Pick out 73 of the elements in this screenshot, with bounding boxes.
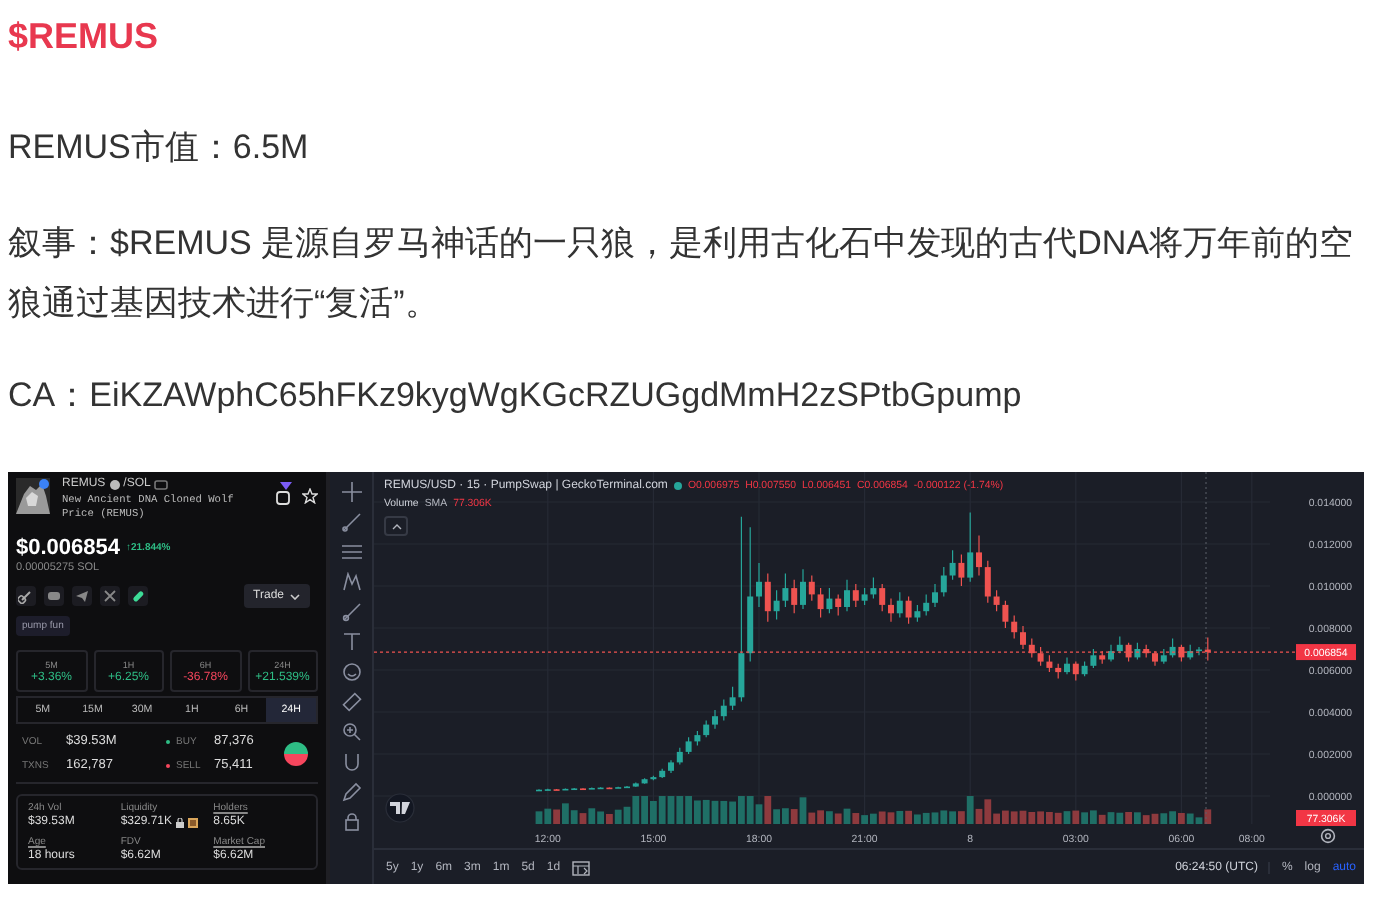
buy-sell-pie-icon — [284, 741, 308, 765]
candlestick — [1020, 625, 1026, 650]
candlestick — [808, 574, 815, 602]
crosshair-icon[interactable] — [341, 482, 361, 502]
candlestick — [949, 549, 956, 581]
candlestick — [756, 562, 762, 608]
candlestick — [870, 577, 877, 600]
candlestick — [791, 579, 798, 614]
calendar-icon[interactable] — [572, 859, 591, 875]
candlestick — [852, 583, 859, 608]
pencil-icon[interactable] — [341, 782, 361, 802]
candlestick — [993, 589, 1000, 612]
candlestick — [967, 511, 974, 583]
narrative-paragraph: 叙事：$REMUS 是源自罗马神话的一只狼，是利用古化石中发现的古代DNA将万年前的空狼通过基因技术进行“复活”。 — [8, 222, 1355, 326]
lock-icon — [176, 817, 185, 827]
chevron-up-icon — [391, 523, 401, 529]
link-icon[interactable] — [16, 586, 36, 606]
text-icon[interactable] — [341, 632, 361, 652]
candlestick — [764, 572, 771, 623]
candlestick — [940, 566, 947, 598]
caret-icon — [290, 593, 300, 599]
token-price: $0.006854 — [16, 536, 120, 560]
lines-icon[interactable] — [341, 542, 361, 562]
candlestick — [844, 579, 850, 612]
badge-icon[interactable] — [274, 482, 292, 508]
candlestick — [879, 583, 886, 612]
candlestick — [1011, 614, 1018, 640]
status-dot-icon — [673, 482, 682, 490]
pill-icon[interactable] — [128, 586, 148, 606]
settings-icon[interactable] — [1320, 828, 1336, 844]
zoom-icon[interactable] — [341, 722, 361, 742]
candlestick — [738, 516, 745, 703]
candlestick — [729, 686, 736, 711]
ruler-icon[interactable] — [341, 692, 361, 712]
send-icon[interactable] — [72, 586, 92, 606]
token-image-icon — [188, 817, 199, 827]
candlestick — [817, 587, 824, 619]
candlestick — [958, 553, 965, 587]
candlestick — [888, 598, 894, 623]
token-icon — [109, 479, 120, 489]
candlestick — [984, 560, 991, 604]
candlestick — [976, 535, 982, 577]
line-tool-icon[interactable] — [341, 512, 361, 532]
candlestick — [782, 572, 789, 608]
lock-icon[interactable] — [341, 812, 361, 832]
candlestick — [720, 698, 727, 721]
brush-icon[interactable] — [341, 602, 361, 622]
candlestick — [932, 583, 938, 608]
star-icon[interactable] — [302, 487, 318, 503]
contract-address: CA：EiKZAWphC65hFKz9kygWgKGcRZUGgdMmH2zSPtbGpump — [8, 374, 1024, 418]
candlestick — [835, 593, 842, 616]
candlestick — [1072, 661, 1079, 682]
candlestick — [905, 595, 912, 625]
candlestick — [1090, 648, 1097, 669]
candlestick — [773, 589, 780, 621]
chip-icon — [154, 479, 169, 489]
collapse-button[interactable] — [384, 516, 408, 536]
pattern-icon[interactable] — [341, 572, 361, 592]
logo-icon — [385, 793, 415, 823]
candlestick — [923, 593, 930, 616]
candlestick — [800, 568, 806, 610]
candlestick — [1037, 646, 1044, 667]
candlestick — [826, 587, 833, 614]
smiley-icon[interactable] — [341, 662, 361, 682]
chat-icon[interactable] — [44, 586, 64, 606]
candlestick — [1064, 656, 1070, 675]
candlestick — [896, 591, 903, 619]
cross-icon[interactable] — [100, 586, 120, 606]
candlestick — [712, 709, 718, 730]
candlestick — [1002, 600, 1009, 629]
magnet-icon[interactable] — [341, 752, 361, 772]
post-title: $REMUS — [8, 14, 161, 58]
market-cap-text: REMUS市值：6.5M — [8, 126, 311, 170]
